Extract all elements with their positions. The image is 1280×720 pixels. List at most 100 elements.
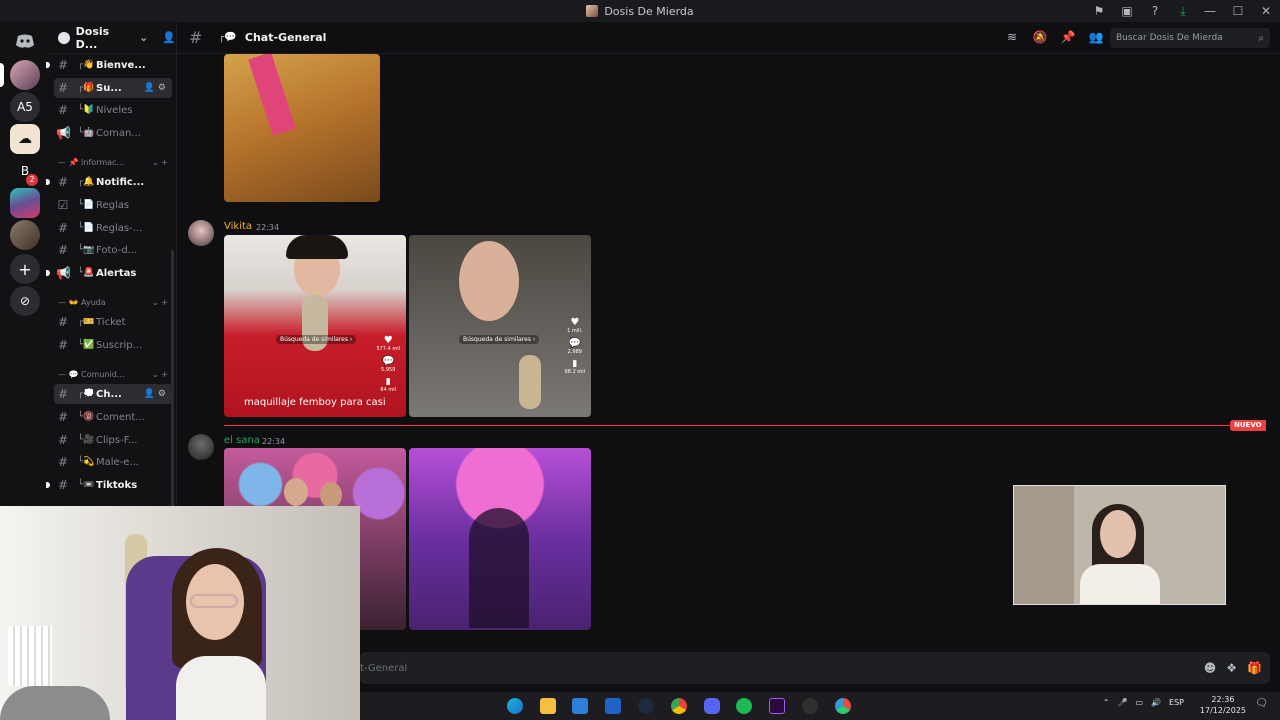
network-icon[interactable]: ▭: [1136, 698, 1144, 707]
server-icon: [586, 5, 599, 17]
comment-icon: 💬: [381, 356, 395, 367]
notification-bell-icon[interactable]: 🔕: [1032, 30, 1048, 44]
channel-chat-general[interactable]: # ┌💭 Ch... 👤 ⚙: [54, 384, 172, 404]
tiktok-video-2[interactable]: Búsqueda de similares › ♥ 1 mill. 💬 2,989 ▮ 6…: [409, 235, 591, 417]
channel-reglas-2[interactable]: # └📄 Reglas-...: [54, 218, 172, 238]
server-cloud[interactable]: ☁: [10, 124, 40, 154]
channel-comentarios[interactable]: # └🔞 Coment...: [54, 407, 172, 427]
volume-icon[interactable]: 🔊: [1151, 698, 1161, 707]
channel-su[interactable]: # ┌🎁 Su... 👤 ⚙: [54, 78, 172, 98]
channel-niveles[interactable]: # └🔰 Niveles: [54, 100, 172, 120]
chevron-up-icon[interactable]: ⌃: [1103, 698, 1110, 707]
webcam-background: [1014, 486, 1074, 604]
heart-icon: ♥: [570, 317, 580, 328]
tiktok-stats: ♥ 577.4 mil 💬 5,959 ▮ 64 mil: [376, 335, 400, 393]
clock[interactable]: 22:36 17/12/2025: [1200, 694, 1246, 716]
premiere-icon[interactable]: [769, 698, 785, 714]
channel-male[interactable]: # └💫 Male-e...: [54, 452, 172, 472]
video-hair: [286, 235, 348, 259]
edge-icon[interactable]: [507, 698, 523, 714]
channel-settings-icon[interactable]: 👤 ⚙: [144, 83, 166, 93]
server-a5[interactable]: A5: [10, 92, 40, 122]
gift-icon[interactable]: 🎁: [1247, 661, 1262, 675]
category-informacion[interactable]: — 📌 Informac... ⌄ +: [58, 158, 168, 167]
close-button[interactable]: ✕: [1252, 4, 1280, 18]
message-image-painting[interactable]: [224, 54, 380, 202]
composer-placeholder: t-General: [360, 662, 408, 674]
microphone: [519, 355, 541, 409]
steam-icon[interactable]: [638, 698, 654, 714]
avatar[interactable]: [188, 434, 214, 460]
title-bar: Dosis De Mierda ⚑ ▣ ? ⤓ — ☐ ✕: [0, 0, 1280, 22]
discord-home-icon[interactable]: [10, 26, 40, 56]
video-face: [459, 241, 519, 321]
category-comunidad[interactable]: — 💬 Comunid... ⌄ +: [58, 370, 168, 379]
maximize-button[interactable]: ☐: [1224, 4, 1252, 18]
search-similar-chip[interactable]: Búsqueda de similares ›: [459, 335, 540, 344]
category-ayuda[interactable]: — 👐 Ayuda ⌄ +: [58, 298, 168, 307]
server-name: Dosis D...: [75, 24, 110, 51]
chrome-canary-icon[interactable]: [835, 698, 851, 714]
server-dosis[interactable]: [10, 60, 40, 90]
channel-comandos[interactable]: 📢 └🤖 Coman...: [54, 123, 172, 143]
radiator: [8, 626, 52, 686]
search-similar-chip[interactable]: Búsqueda de similares ›: [276, 335, 357, 344]
avatar[interactable]: [188, 220, 214, 246]
member-list-icon[interactable]: 👥: [1088, 30, 1104, 44]
tiktok-stats: ♥ 1 mill. 💬 2,989 ▮ 68.2 mil: [565, 317, 585, 375]
obs-icon[interactable]: [802, 698, 818, 714]
channel-settings-icon[interactable]: 👤 ⚙: [144, 389, 166, 399]
channel-tiktoks[interactable]: # └📼 Tiktoks: [54, 475, 172, 495]
emoji-icon[interactable]: ☻: [1204, 661, 1217, 675]
help-icon[interactable]: ?: [1146, 2, 1164, 20]
spotify-icon[interactable]: [736, 698, 752, 714]
message-author[interactable]: Vikita: [224, 221, 252, 232]
save-icon: ▮: [572, 359, 578, 369]
channel-foto[interactable]: # └📷 Foto-d...: [54, 240, 172, 260]
search-input[interactable]: Buscar Dosis De Mierda ⌕: [1110, 28, 1270, 48]
message-author[interactable]: el sana: [224, 435, 260, 446]
window-title: Dosis De Mierda: [604, 4, 694, 18]
chevron-down-icon: ⌄: [139, 31, 149, 44]
channel-clips[interactable]: # └🎥 Clips-F...: [54, 430, 172, 450]
flag-icon[interactable]: ⚑: [1090, 2, 1108, 20]
glasses-icon: [190, 594, 238, 608]
channel-ticket[interactable]: # ┌🎫 Ticket: [54, 312, 172, 332]
server-header[interactable]: Dosis D... ⌄ 👤: [50, 22, 176, 54]
channel-notificaciones[interactable]: # ┌🔔 Notific...: [54, 172, 172, 192]
microphone-icon[interactable]: 🎤: [1118, 698, 1128, 707]
photo-neon[interactable]: [409, 448, 591, 630]
file-explorer-icon[interactable]: [540, 698, 556, 714]
server-photo[interactable]: [10, 220, 40, 250]
channel-bienvenida[interactable]: # ┌👋 Bienve...: [54, 55, 172, 75]
notifications-icon[interactable]: 🗨: [1255, 698, 1268, 709]
tiktok-video-1[interactable]: Búsqueda de similares › ♥ 577.4 mil 💬 5,959…: [224, 235, 406, 417]
store-icon[interactable]: [572, 698, 588, 714]
message-composer[interactable]: t-General ☻ ❖ 🎁: [360, 652, 1270, 684]
add-member-icon[interactable]: 👤: [162, 31, 176, 44]
channel-alertas[interactable]: 📢 └🚨 Alertas: [54, 263, 172, 283]
inbox-icon[interactable]: ▣: [1118, 2, 1136, 20]
message-timestamp: 22:34: [262, 437, 286, 446]
chrome-icon[interactable]: [671, 698, 687, 714]
threads-icon[interactable]: ≋: [1004, 30, 1020, 44]
outlook-icon[interactable]: [605, 698, 621, 714]
saves-count: 64 mil: [380, 387, 397, 393]
channel-reglas[interactable]: ☑ └📄 Reglas: [54, 195, 172, 215]
heart-icon: ♥: [383, 335, 393, 346]
language-indicator[interactable]: ESP: [1169, 698, 1184, 707]
unread-dot: [46, 179, 50, 185]
pin-icon[interactable]: 📌: [1060, 30, 1076, 44]
sidebar-scrollbar[interactable]: [171, 250, 174, 510]
apps-icon[interactable]: ❖: [1226, 661, 1237, 675]
discord-taskbar-icon[interactable]: [704, 698, 720, 714]
server-gradient[interactable]: [10, 188, 40, 218]
channel-suscripciones[interactable]: # └✅ Suscrip...: [54, 335, 172, 355]
clock-time: 22:36: [1211, 695, 1235, 704]
minimize-button[interactable]: —: [1196, 4, 1224, 18]
likes-count: 1 mill.: [567, 328, 583, 334]
discover-icon[interactable]: ⊘: [10, 286, 40, 316]
add-server-button[interactable]: +: [10, 254, 40, 284]
download-icon[interactable]: ⤓: [1174, 2, 1192, 20]
save-icon: ▮: [385, 377, 391, 387]
